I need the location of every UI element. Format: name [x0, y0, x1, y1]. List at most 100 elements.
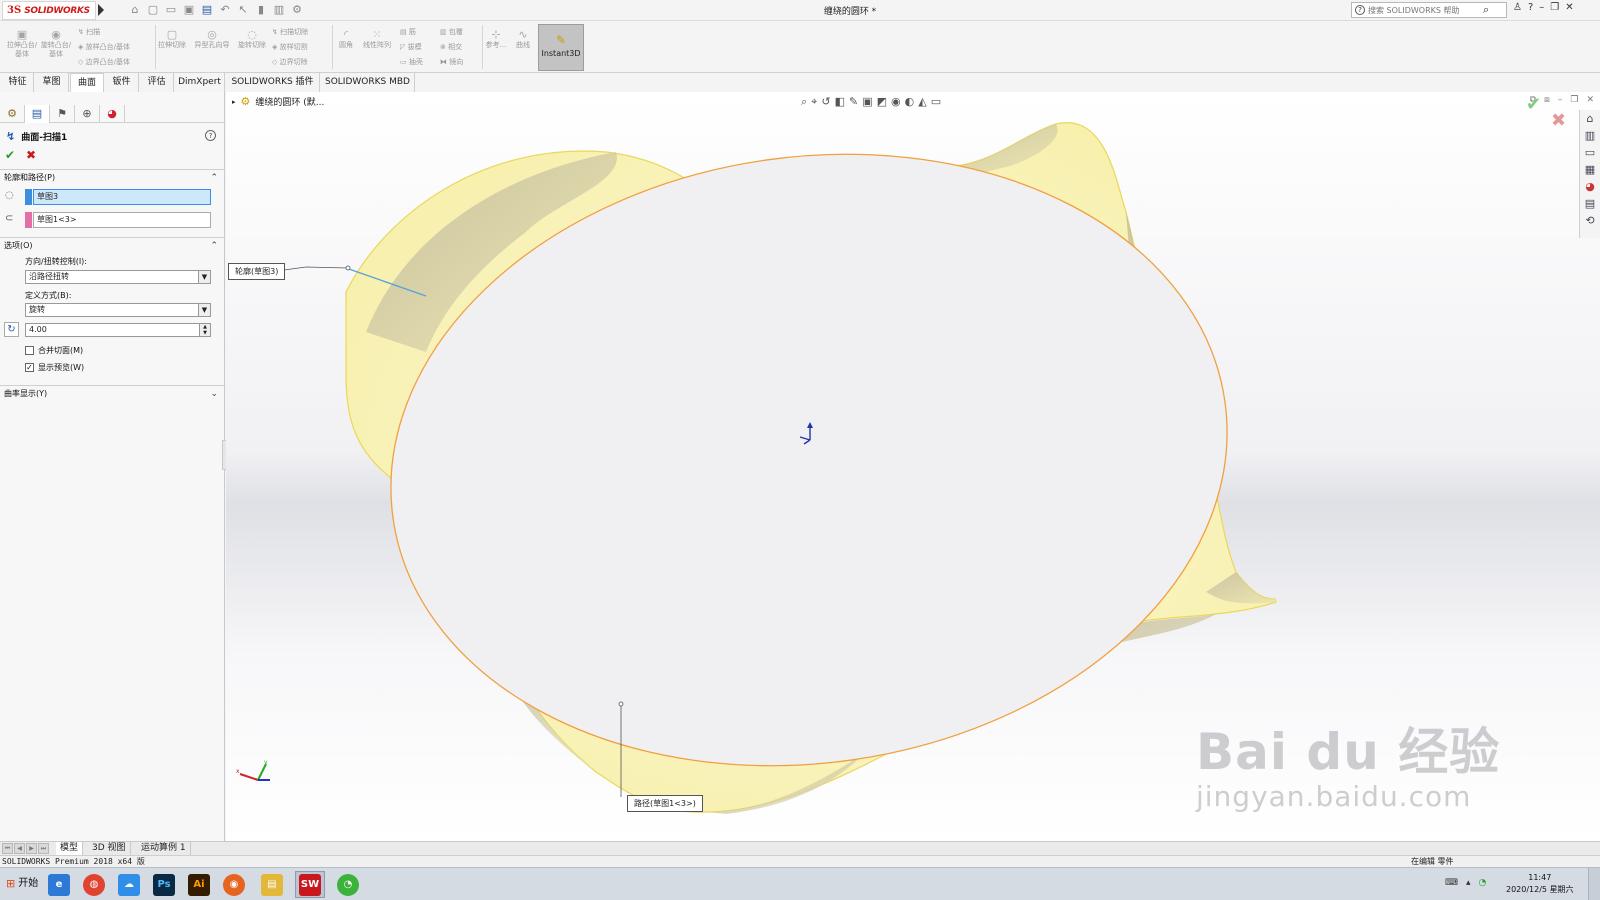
feature-manager-tab-icon[interactable]: ⚙	[0, 105, 25, 123]
design-library-icon[interactable]: ▥	[1585, 129, 1595, 142]
prev-tab-icon[interactable]: ◀	[14, 843, 25, 854]
merge-tangent-row[interactable]: 合并切面(M)	[25, 345, 83, 356]
instant3d-button[interactable]: ✎ Instant3D	[538, 24, 584, 71]
display-manager-tab-icon[interactable]: ◕	[100, 105, 125, 123]
graphics-area[interactable]: x y ▸ ⚙ 缠绕的圆环 (默... ⌕ ⌖ ↺ ◧ ✎ ▣ ◩ ◉ ◐ ◭ …	[226, 92, 1600, 841]
display-style-icon[interactable]: ◩	[877, 95, 887, 109]
confirmation-ok-icon[interactable]: ✔	[1526, 94, 1541, 115]
dynamic-annotation-icon[interactable]: ✎	[849, 95, 858, 109]
taskbar-baidu-netdisk[interactable]: ☁	[114, 871, 144, 898]
minimize-icon[interactable]: –	[1539, 2, 1544, 13]
chevron-down-icon[interactable]: ⌄	[210, 386, 218, 402]
tab-evaluate[interactable]: 评估	[140, 73, 174, 92]
tray-expand-icon[interactable]: ▴	[1466, 878, 1471, 888]
section-view-icon[interactable]: ◧	[835, 95, 845, 109]
zoom-to-area-icon[interactable]: ⌖	[811, 95, 817, 109]
taskbar-photoshop[interactable]: Ps	[149, 871, 179, 898]
chevron-down-icon[interactable]: ▼	[198, 304, 210, 316]
swept-cut-button[interactable]: ↯ 扫描切除	[272, 27, 308, 37]
restore-icon[interactable]: ❐	[1550, 2, 1559, 13]
mirror-button[interactable]: ⧓ 镜向	[440, 57, 463, 67]
extrude-cut-button[interactable]: ▢ 拉伸切除	[158, 29, 186, 50]
file-explorer-icon[interactable]: ▭	[1585, 146, 1595, 159]
network-icon[interactable]: ◔	[1479, 878, 1487, 888]
minimize-viewport-icon[interactable]: –	[1558, 95, 1563, 105]
custom-properties-icon[interactable]: ▤	[1585, 197, 1595, 210]
sweep-button[interactable]: ↯ 扫描	[78, 27, 100, 37]
chevron-up-icon[interactable]: ⌃	[210, 170, 218, 186]
hide-show-icon[interactable]: ◉	[891, 95, 901, 109]
tab-model[interactable]: 模型	[56, 842, 84, 855]
close-icon[interactable]: ✕	[1565, 2, 1573, 13]
tab-surfaces[interactable]: 曲面	[70, 73, 104, 92]
shell-button[interactable]: ▭ 抽壳	[400, 57, 423, 67]
confirmation-cancel-icon[interactable]: ✖	[1551, 110, 1566, 131]
tab-dimxpert[interactable]: DimXpert	[175, 73, 225, 92]
system-clock[interactable]: 11:47 2020/12/5 星期六	[1506, 872, 1574, 896]
intersect-button[interactable]: ⊗ 相交	[440, 42, 462, 52]
search-input[interactable]	[1368, 5, 1480, 15]
taskbar-wechat[interactable]: ◔	[333, 871, 363, 898]
profile-callout[interactable]: 轮廓(草图3)	[228, 263, 286, 280]
tab-sketch[interactable]: 草图	[35, 73, 69, 92]
view-palette-icon[interactable]: ▦	[1585, 163, 1595, 176]
feature-tree-flyout[interactable]: ▸ ⚙ 缠绕的圆环 (默...	[232, 95, 324, 108]
options-header[interactable]: 选项(O) ⌃	[0, 238, 225, 254]
extrude-boss-button[interactable]: ▣ 拉伸凸台/基体	[6, 29, 38, 59]
user-icon[interactable]: ♙	[1513, 2, 1522, 13]
boundary-boss-button[interactable]: ◇ 边界凸台/基体	[78, 57, 130, 67]
tab-solidworks-addins[interactable]: SOLIDWORKS 插件	[226, 73, 320, 92]
wrap-button[interactable]: ▥ 包覆	[440, 27, 463, 37]
twist-value-input[interactable]: 4.00 ▲ ▼	[25, 323, 211, 337]
draft-button[interactable]: ◸ 拔模	[400, 42, 422, 52]
tile-viewport-icon[interactable]: ⧈	[1544, 95, 1550, 105]
cancel-button[interactable]: ✖	[26, 148, 36, 162]
configuration-manager-tab-icon[interactable]: ⚑	[50, 105, 75, 123]
loft-boss-button[interactable]: ◈ 放样凸台/基体	[78, 42, 130, 52]
profile-selection-box[interactable]: 草图3	[33, 189, 211, 205]
path-callout[interactable]: 路径(草图1<3>)	[627, 795, 703, 812]
view-settings-icon[interactable]: ▭	[931, 95, 941, 109]
orientation-dropdown[interactable]: 沿路径扭转 ▼	[25, 270, 211, 284]
dimxpert-manager-tab-icon[interactable]: ⊕	[75, 105, 100, 123]
revolve-cut-button[interactable]: ◌ 旋转切除	[238, 29, 266, 50]
reference-geometry-button[interactable]: ⊹ 参考...	[484, 29, 508, 50]
apply-scene-icon[interactable]: ◭	[918, 95, 926, 109]
define-by-dropdown[interactable]: 旋转 ▼	[25, 303, 211, 317]
taskbar-browser[interactable]: e	[44, 871, 74, 898]
close-viewport-icon[interactable]: ✕	[1586, 95, 1594, 105]
keyboard-icon[interactable]: ⌨	[1445, 878, 1458, 888]
linear-pattern-button[interactable]: ⁙ 线性阵列	[360, 29, 394, 50]
view-orientation-icon[interactable]: ▣	[862, 95, 872, 109]
merge-tangent-checkbox[interactable]	[25, 346, 34, 355]
ok-button[interactable]: ✔	[5, 148, 15, 162]
spinner-icon[interactable]: ▲ ▼	[199, 324, 210, 336]
appearances-icon[interactable]: ◕	[1585, 180, 1595, 193]
taskbar-chrome[interactable]: ◍	[79, 871, 109, 898]
revolve-boss-button[interactable]: ◉ 旋转凸台/基体	[40, 29, 72, 59]
start-button[interactable]: ⊞ 开始	[2, 873, 42, 895]
lofted-cut-button[interactable]: ◈ 放样切割	[272, 42, 308, 52]
chevron-down-icon[interactable]: ▼	[198, 271, 210, 283]
show-preview-row[interactable]: ✓ 显示预览(W)	[25, 362, 84, 373]
fillet-button[interactable]: ◜ 圆角	[335, 29, 357, 50]
maximize-viewport-icon[interactable]: ❐	[1570, 95, 1578, 105]
boundary-cut-button[interactable]: ◇ 边界切除	[272, 57, 308, 67]
last-tab-icon[interactable]: ⏭	[38, 843, 49, 854]
expand-arrow-icon[interactable]: ▸	[232, 98, 236, 106]
edit-appearance-icon[interactable]: ◐	[905, 95, 915, 109]
show-preview-checkbox[interactable]: ✓	[25, 363, 34, 372]
solidworks-resources-icon[interactable]: ⌂	[1587, 112, 1594, 125]
taskbar-firefox[interactable]: ◉	[219, 871, 249, 898]
first-tab-icon[interactable]: ⏮	[2, 843, 13, 854]
tab-sheet-metal[interactable]: 钣件	[105, 73, 139, 92]
previous-view-icon[interactable]: ↺	[821, 95, 830, 109]
help-icon[interactable]: ?	[205, 130, 216, 141]
hole-wizard-button[interactable]: ◎ 异型孔向导	[190, 29, 234, 50]
taskbar-illustrator[interactable]: Ai	[184, 871, 214, 898]
show-desktop-button[interactable]	[1588, 868, 1600, 900]
rib-button[interactable]: ▤ 筋	[400, 27, 416, 37]
forum-icon[interactable]: ⟲	[1585, 214, 1594, 227]
taskbar-solidworks[interactable]: SW	[295, 871, 325, 898]
next-tab-icon[interactable]: ▶	[26, 843, 37, 854]
